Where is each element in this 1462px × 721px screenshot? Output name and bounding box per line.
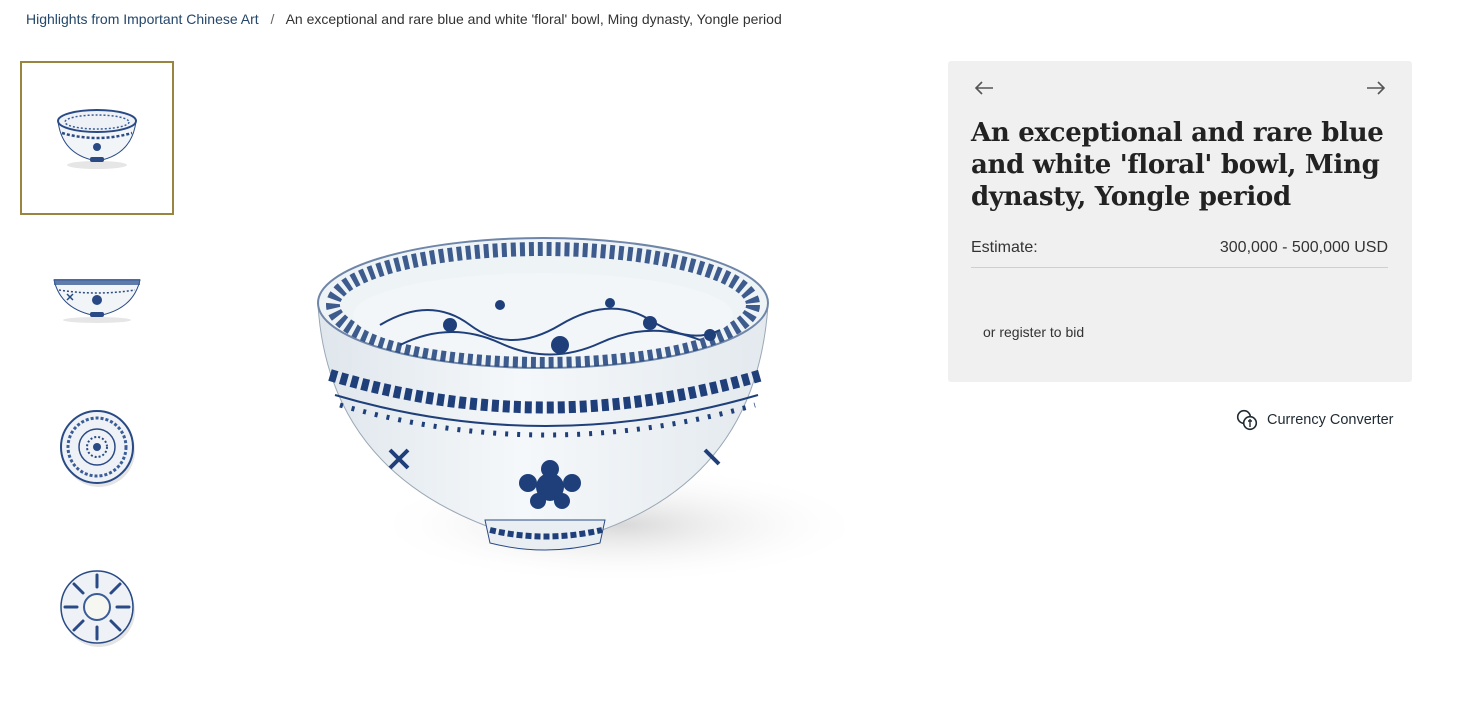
- currency-converter-button[interactable]: Currency Converter: [1236, 409, 1394, 431]
- bowl-side-image: [53, 279, 141, 323]
- breadcrumb-current: An exceptional and rare blue and white '…: [285, 11, 782, 27]
- register-to-bid-link[interactable]: or register to bid: [983, 324, 1084, 340]
- lot-info-panel: An exceptional and rare blue and white '…: [948, 61, 1412, 382]
- next-lot-button[interactable]: [1363, 77, 1389, 99]
- arrow-left-icon: [974, 81, 993, 95]
- main-lot-image[interactable]: [300, 225, 870, 595]
- arrow-right-icon: [1367, 81, 1386, 95]
- breadcrumb-parent-link[interactable]: Highlights from Important Chinese Art: [26, 11, 259, 27]
- estimate-label: Estimate:: [971, 239, 1038, 256]
- bowl-three-quarter-image: [57, 109, 137, 169]
- currency-exchange-icon: [1236, 409, 1258, 431]
- bowl-base-image: [60, 570, 135, 647]
- currency-converter-label: Currency Converter: [1267, 412, 1394, 428]
- thumbnail-bowl-side[interactable]: [20, 221, 174, 375]
- estimate-row: Estimate: 300,000 - 500,000 USD: [971, 237, 1388, 268]
- previous-lot-button[interactable]: [971, 77, 997, 99]
- lot-title: An exceptional and rare blue and white '…: [971, 118, 1384, 212]
- bowl-interior-image: [60, 410, 135, 487]
- floral-bowl-image: [317, 237, 870, 585]
- thumbnail-bowl-base[interactable]: [20, 531, 174, 685]
- estimate-value: 300,000 - 500,000 USD: [1219, 239, 1388, 256]
- breadcrumb-separator: /: [270, 11, 275, 27]
- thumbnail-bowl-interior[interactable]: [20, 371, 174, 525]
- thumbnail-bowl-three-quarter[interactable]: [20, 61, 174, 215]
- lot-page: Highlights from Important Chinese Art / …: [0, 0, 1462, 721]
- breadcrumb: Highlights from Important Chinese Art / …: [26, 10, 782, 28]
